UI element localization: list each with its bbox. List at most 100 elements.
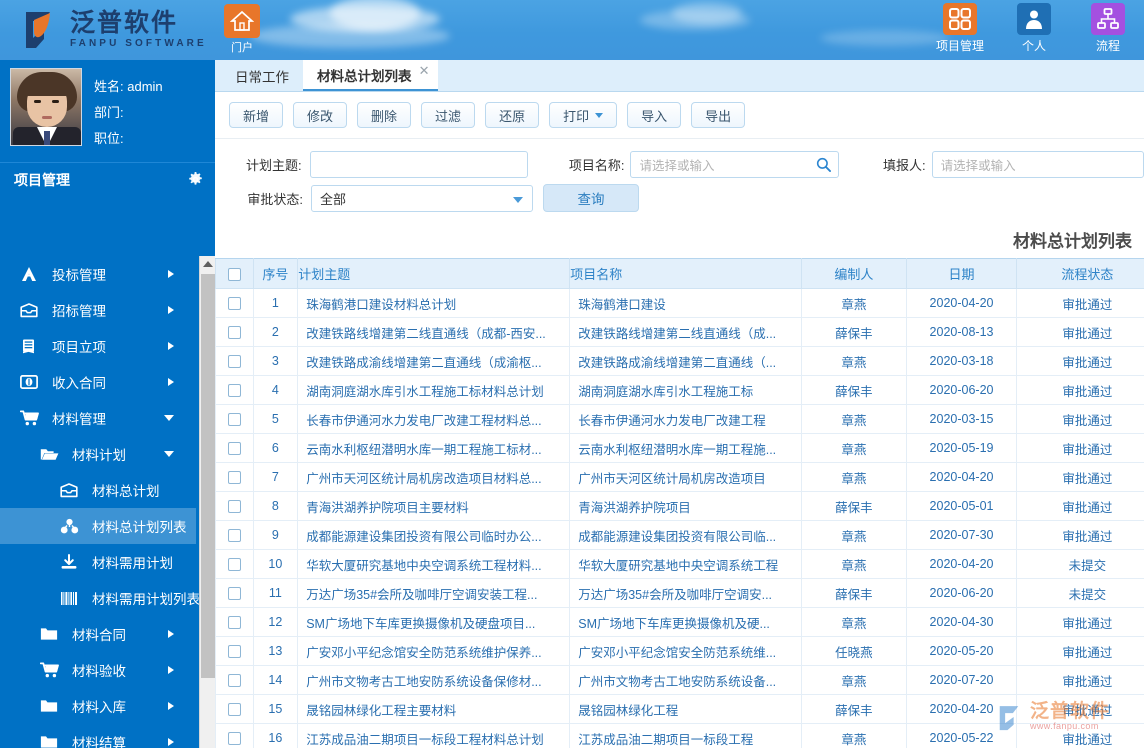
row-checkbox[interactable] bbox=[227, 732, 241, 746]
cell-topic[interactable]: 改建铁路成渝线增建第二直通线（成渝枢... bbox=[297, 346, 571, 376]
row-checkbox[interactable] bbox=[227, 442, 241, 456]
table-row[interactable]: 14 广州市文物考古工地安防系统设备保修材... 广州市文物考古工地安防系统设备..… bbox=[215, 665, 1144, 695]
row-checkbox[interactable] bbox=[227, 384, 241, 398]
query-button[interactable]: 查询 bbox=[543, 184, 639, 212]
table-row[interactable]: 3 改建铁路成渝线增建第二直通线（成渝枢... 改建铁路成渝线增建第二直通线（...… bbox=[215, 346, 1144, 376]
column-header-user[interactable]: 编制人 bbox=[800, 258, 908, 289]
gear-icon[interactable] bbox=[188, 172, 203, 187]
toolbar-button-0[interactable]: 新增 bbox=[229, 102, 284, 128]
row-checkbox[interactable] bbox=[227, 616, 241, 630]
row-checkbox-cell[interactable] bbox=[215, 491, 254, 521]
table-row[interactable]: 1 珠海鹤港口建设材料总计划 珠海鹤港口建设 章燕 2020-04-20 审批通过 bbox=[215, 288, 1144, 318]
sidebar-item-7[interactable]: 材料总计划列表 bbox=[0, 508, 196, 544]
cell-topic[interactable]: 江苏成品油二期项目一标段工程材料总计划 bbox=[297, 723, 571, 748]
toolbar-button-1[interactable]: 修改 bbox=[293, 102, 348, 128]
cell-project[interactable]: 成都能源建设集团投资有限公司临... bbox=[569, 520, 802, 550]
module-header[interactable]: 项目管理 bbox=[0, 162, 215, 196]
top-nav-item-workflow[interactable]: 流程 bbox=[1080, 3, 1136, 54]
row-checkbox[interactable] bbox=[227, 297, 241, 311]
chevron-right-icon[interactable] bbox=[168, 306, 174, 314]
row-checkbox[interactable] bbox=[227, 529, 241, 543]
cell-topic[interactable]: 广州市文物考古工地安防系统设备保修材... bbox=[297, 665, 571, 695]
table-row[interactable]: 13 广安邓小平纪念馆安全防范系统维护保养... 广安邓小平纪念馆安全防范系统维..… bbox=[215, 636, 1144, 666]
chevron-right-icon[interactable] bbox=[168, 666, 174, 674]
cell-project[interactable]: 江苏成品油二期项目一标段工程 bbox=[569, 723, 802, 748]
table-row[interactable]: 11 万达广场35#会所及咖啡厅空调安装工程... 万达广场35#会所及咖啡厅空调安… bbox=[215, 578, 1144, 608]
search-input-topic[interactable] bbox=[309, 150, 528, 178]
cell-topic[interactable]: 青海洪湖养护院项目主要材料 bbox=[297, 491, 571, 521]
sidebar-item-1[interactable]: 招标管理 bbox=[0, 292, 196, 328]
tab-1[interactable]: 材料总计划列表 ✕ bbox=[303, 60, 438, 91]
row-checkbox[interactable] bbox=[227, 413, 241, 427]
toolbar-button-7[interactable]: 导出 bbox=[691, 102, 746, 128]
cell-project[interactable]: 湖南洞庭湖水库引水工程施工标 bbox=[569, 375, 802, 405]
tab-0[interactable]: 日常工作 bbox=[221, 60, 303, 91]
cell-topic[interactable]: 广安邓小平纪念馆安全防范系统维护保养... bbox=[297, 636, 571, 666]
table-row[interactable]: 2 改建铁路线增建第二线直通线（成都-西安... 改建铁路线增建第二线直通线（成..… bbox=[215, 317, 1144, 347]
cell-topic[interactable]: 成都能源建设集团投资有限公司临时办公... bbox=[297, 520, 571, 550]
close-icon[interactable]: ✕ bbox=[419, 64, 430, 77]
row-checkbox[interactable] bbox=[227, 645, 241, 659]
sidebar-item-9[interactable]: 材料需用计划列表 bbox=[0, 580, 200, 616]
row-checkbox[interactable] bbox=[227, 500, 241, 514]
search-input-reporter[interactable]: 请选择或输入 bbox=[931, 150, 1144, 178]
row-checkbox[interactable] bbox=[227, 326, 241, 340]
cell-topic[interactable]: 改建铁路线增建第二线直通线（成都-西安... bbox=[297, 317, 571, 347]
select-all-header[interactable] bbox=[215, 258, 254, 289]
cell-project[interactable]: 广州市天河区统计局机房改造项目 bbox=[569, 462, 802, 492]
row-checkbox[interactable] bbox=[227, 355, 241, 369]
top-nav-item-personal[interactable]: 个人 bbox=[1006, 3, 1062, 54]
table-row[interactable]: 16 江苏成品油二期项目一标段工程材料总计划 江苏成品油二期项目一标段工程 章燕 202… bbox=[215, 723, 1144, 748]
table-row[interactable]: 9 成都能源建设集团投资有限公司临时办公... 成都能源建设集团投资有限公司临...… bbox=[215, 520, 1144, 550]
row-checkbox-cell[interactable] bbox=[215, 636, 254, 666]
row-checkbox-cell[interactable] bbox=[215, 694, 254, 724]
row-checkbox-cell[interactable] bbox=[215, 723, 254, 748]
table-row[interactable]: 12 SM广场地下车库更换摄像机及硬盘项目... SM广场地下车库更换摄像机及硬..… bbox=[215, 607, 1144, 637]
row-checkbox-cell[interactable] bbox=[215, 462, 254, 492]
toolbar-button-2[interactable]: 删除 bbox=[357, 102, 412, 128]
brand-logo[interactable]: 泛普软件 FANPU SOFTWARE bbox=[16, 8, 207, 52]
sidebar-item-4[interactable]: 材料管理 bbox=[0, 400, 196, 436]
chevron-down-icon[interactable] bbox=[164, 451, 174, 457]
column-header-state[interactable]: 流程状态 bbox=[1015, 258, 1144, 289]
row-checkbox-cell[interactable] bbox=[215, 607, 254, 637]
table-row[interactable]: 4 湖南洞庭湖水库引水工程施工标材料总计划 湖南洞庭湖水库引水工程施工标 薛保丰 202… bbox=[215, 375, 1144, 405]
cell-project[interactable]: 长春市伊通河水力发电厂改建工程 bbox=[569, 404, 802, 434]
cell-project[interactable]: 晟铭园林绿化工程 bbox=[569, 694, 802, 724]
row-checkbox[interactable] bbox=[227, 674, 241, 688]
cell-topic[interactable]: 云南水利枢纽潜明水库一期工程施工标材... bbox=[297, 433, 571, 463]
row-checkbox-cell[interactable] bbox=[215, 346, 254, 376]
status-select[interactable]: 全部 bbox=[311, 184, 533, 212]
column-header-date[interactable]: 日期 bbox=[906, 258, 1017, 289]
scroll-up-arrow-icon[interactable] bbox=[200, 256, 215, 272]
cell-topic[interactable]: 珠海鹤港口建设材料总计划 bbox=[297, 288, 571, 318]
table-row[interactable]: 15 晟铭园林绿化工程主要材料 晟铭园林绿化工程 薛保丰 2020-04-20 审批通过 bbox=[215, 694, 1144, 724]
chevron-down-icon[interactable] bbox=[164, 415, 174, 421]
cell-project[interactable]: 万达广场35#会所及咖啡厅空调安... bbox=[569, 578, 802, 608]
cell-topic[interactable]: 广州市天河区统计局机房改造项目材料总... bbox=[297, 462, 571, 492]
row-checkbox[interactable] bbox=[227, 703, 241, 717]
sidebar-item-3[interactable]: 收入合同 bbox=[0, 364, 196, 400]
row-checkbox-cell[interactable] bbox=[215, 288, 254, 318]
cell-topic[interactable]: 湖南洞庭湖水库引水工程施工标材料总计划 bbox=[297, 375, 571, 405]
sidebar-item-2[interactable]: 项目立项 bbox=[0, 328, 196, 364]
sidebar-scrollbar[interactable] bbox=[199, 256, 215, 748]
row-checkbox-cell[interactable] bbox=[215, 433, 254, 463]
chevron-right-icon[interactable] bbox=[168, 702, 174, 710]
cell-project[interactable]: 华软大厦研究基地中央空调系统工程 bbox=[569, 549, 802, 579]
chevron-down-icon[interactable] bbox=[513, 196, 523, 203]
cell-project[interactable]: 云南水利枢纽潜明水库一期工程施... bbox=[569, 433, 802, 463]
chevron-right-icon[interactable] bbox=[168, 378, 174, 386]
row-checkbox-cell[interactable] bbox=[215, 665, 254, 695]
sidebar-item-0[interactable]: 投标管理 bbox=[0, 256, 196, 292]
chevron-right-icon[interactable] bbox=[168, 738, 174, 746]
sidebar-item-8[interactable]: 材料需用计划 bbox=[0, 544, 196, 580]
cell-project[interactable]: 广安邓小平纪念馆安全防范系统维... bbox=[569, 636, 802, 666]
scrollbar-thumb[interactable] bbox=[201, 274, 215, 678]
toolbar-button-3[interactable]: 过滤 bbox=[421, 102, 476, 128]
row-checkbox-cell[interactable] bbox=[215, 549, 254, 579]
search-input-project[interactable]: 请选择或输入 bbox=[630, 150, 839, 178]
cell-project[interactable]: 改建铁路线增建第二线直通线（成... bbox=[569, 317, 802, 347]
table-row[interactable]: 7 广州市天河区统计局机房改造项目材料总... 广州市天河区统计局机房改造项目 章燕 2… bbox=[215, 462, 1144, 492]
toolbar-button-4[interactable]: 还原 bbox=[485, 102, 540, 128]
